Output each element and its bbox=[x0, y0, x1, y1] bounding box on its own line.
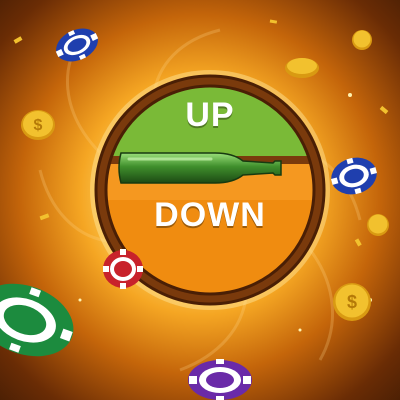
gold-coin-icon bbox=[352, 30, 372, 50]
gold-coin-icon: $ bbox=[21, 110, 55, 140]
gold-coin-icon bbox=[367, 214, 389, 236]
poker-chip-icon bbox=[188, 359, 252, 400]
up-label[interactable]: UP bbox=[90, 96, 330, 135]
gold-coin-icon: $ bbox=[333, 283, 371, 321]
svg-text:$: $ bbox=[347, 292, 357, 312]
poker-chip-icon bbox=[55, 28, 99, 62]
svg-text:$: $ bbox=[34, 117, 43, 134]
confetti-piece bbox=[354, 238, 362, 247]
confetti-piece bbox=[39, 213, 50, 221]
confetti-piece bbox=[269, 19, 278, 24]
down-label[interactable]: DOWN bbox=[90, 196, 330, 235]
poker-chip-icon bbox=[0, 283, 74, 357]
poker-chip-icon bbox=[331, 157, 377, 195]
poker-chip-icon bbox=[103, 249, 143, 289]
confetti-piece bbox=[13, 36, 23, 44]
bottle-icon bbox=[118, 152, 282, 184]
confetti-piece bbox=[379, 105, 389, 115]
game-stage: UP DOWN $ $ bbox=[0, 0, 400, 400]
sparkle-icon bbox=[298, 328, 302, 332]
gold-coin-icon bbox=[285, 58, 319, 78]
sparkle-icon bbox=[348, 93, 352, 97]
